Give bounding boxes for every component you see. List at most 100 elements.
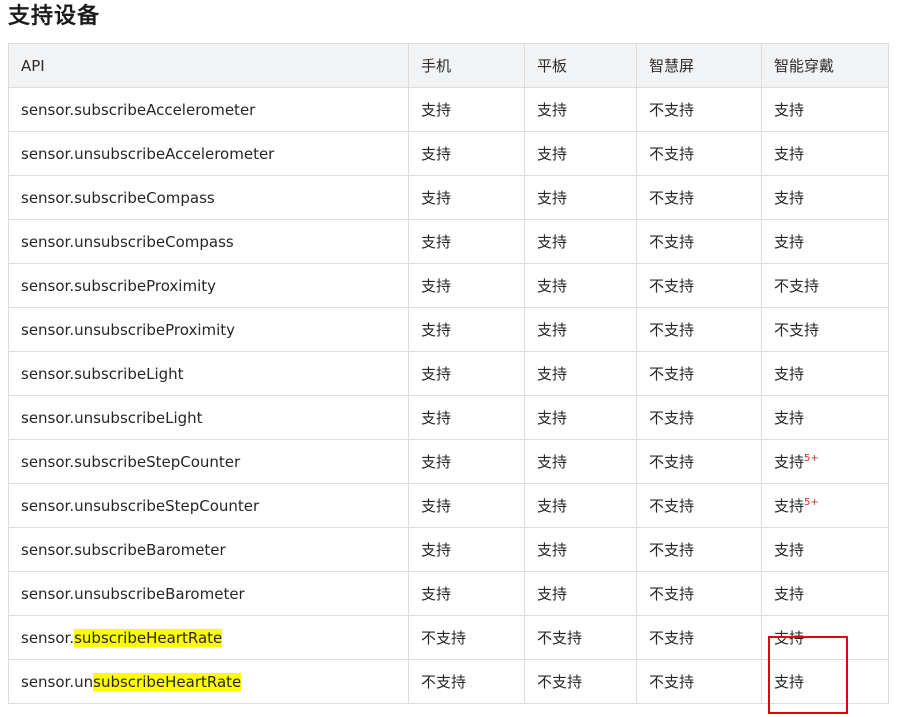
phone-support-cell: 支持	[408, 527, 525, 572]
api-name: sensor.unsubscribeCompass	[21, 232, 234, 251]
api-name: sensor.subscribeStepCounter	[21, 452, 241, 471]
tablet-support-cell: 支持	[524, 483, 637, 528]
tablet-support-cell: 支持	[524, 351, 637, 396]
page: 支持设备 API 手机 平板 智慧屏 智能穿戴 sensor.subscribe…	[0, 0, 897, 717]
page-title: 支持设备	[8, 4, 101, 29]
phone-support-cell: 不支持	[408, 659, 525, 704]
tablet-support-cell: 支持	[524, 175, 637, 220]
wearable-support-cell: 支持	[761, 175, 889, 220]
header-wearable: 智能穿戴	[761, 43, 889, 88]
phone-support-cell: 支持	[408, 395, 525, 440]
smart-screen-support-cell: 不支持	[636, 351, 762, 396]
wearable-support-text: 支持	[774, 145, 805, 163]
phone-support-cell: 支持	[408, 87, 525, 132]
phone-support-cell: 支持	[408, 439, 525, 484]
wearable-support-cell: 支持5+	[761, 439, 889, 484]
phone-support-cell: 不支持	[408, 615, 525, 660]
smart-screen-support-cell: 不支持	[636, 483, 762, 528]
table-row: sensor.unsubscribeAccelerometer 支持 支持 不支持 支持	[8, 131, 889, 176]
api-name: sensor.unsubscribeStepCounter	[21, 496, 260, 515]
tablet-support-cell: 支持	[524, 439, 637, 484]
header-api: API	[8, 43, 409, 88]
phone-support-cell: 支持	[408, 131, 525, 176]
version-superscript: 5+	[804, 453, 819, 464]
table-row: sensor.subscribeStepCounter 支持 支持 不支持 支持5+	[8, 439, 889, 484]
wearable-support-text: 支持	[774, 409, 805, 427]
api-name: sensor.subscribeAccelerometer	[21, 100, 256, 119]
wearable-support-text: 支持	[774, 585, 805, 603]
wearable-support-text: 不支持	[774, 321, 820, 339]
header-phone: 手机	[408, 43, 525, 88]
wearable-support-text: 支持	[774, 497, 805, 515]
smart-screen-support-cell: 不支持	[636, 571, 762, 616]
api-name: sensor.	[21, 628, 75, 647]
table-row: sensor.subscribeBarometer 支持 支持 不支持 支持	[8, 527, 889, 572]
header-tablet: 平板	[524, 43, 637, 88]
table-row: sensor.unsubscribeLight 支持 支持 不支持 支持	[8, 395, 889, 440]
phone-support-cell: 支持	[408, 351, 525, 396]
tablet-support-cell: 支持	[524, 263, 637, 308]
api-cell: sensor.subscribeLight	[8, 351, 409, 396]
tablet-support-cell: 支持	[524, 307, 637, 352]
table-row: sensor.unsubscribeBarometer 支持 支持 不支持 支持	[8, 571, 889, 616]
tablet-support-cell: 不支持	[524, 659, 637, 704]
wearable-support-cell: 支持	[761, 395, 889, 440]
api-cell: sensor.subscribeHeartRate	[8, 615, 409, 660]
wearable-support-text: 支持	[774, 233, 805, 251]
wearable-support-cell: 支持	[761, 351, 889, 396]
tablet-support-cell: 支持	[524, 131, 637, 176]
tablet-support-cell: 支持	[524, 527, 637, 572]
table-row: sensor.subscribeCompass 支持 支持 不支持 支持	[8, 175, 889, 220]
wearable-support-text: 支持	[774, 101, 805, 119]
table-row: sensor.subscribeLight 支持 支持 不支持 支持	[8, 351, 889, 396]
wearable-support-cell: 支持	[761, 571, 889, 616]
tablet-support-cell: 支持	[524, 395, 637, 440]
api-name: sensor.un	[21, 672, 94, 691]
phone-support-cell: 支持	[408, 483, 525, 528]
wearable-support-text: 支持	[774, 189, 805, 207]
api-cell: sensor.subscribeProximity	[8, 263, 409, 308]
table-row: sensor.unsubscribeCompass 支持 支持 不支持 支持	[8, 219, 889, 264]
api-name-highlight: subscribeHeartRate	[93, 672, 242, 691]
phone-support-cell: 支持	[408, 175, 525, 220]
wearable-support-text: 支持	[774, 365, 805, 383]
api-name-highlight: subscribeHeartRate	[74, 628, 223, 647]
wearable-support-text: 支持	[774, 453, 805, 471]
header-smart-screen: 智慧屏	[636, 43, 762, 88]
wearable-support-cell: 支持	[761, 131, 889, 176]
wearable-support-text: 支持	[774, 541, 805, 559]
api-cell: sensor.subscribeAccelerometer	[8, 87, 409, 132]
smart-screen-support-cell: 不支持	[636, 527, 762, 572]
phone-support-cell: 支持	[408, 219, 525, 264]
api-name: sensor.subscribeProximity	[21, 276, 217, 295]
smart-screen-support-cell: 不支持	[636, 659, 762, 704]
api-name: sensor.subscribeBarometer	[21, 540, 226, 559]
wearable-support-cell: 支持5+	[761, 483, 889, 528]
wearable-support-cell: 支持	[761, 615, 889, 660]
api-cell: sensor.unsubscribeProximity	[8, 307, 409, 352]
smart-screen-support-cell: 不支持	[636, 87, 762, 132]
api-name: sensor.unsubscribeBarometer	[21, 584, 245, 603]
table-header-row: API 手机 平板 智慧屏 智能穿戴	[8, 43, 889, 88]
smart-screen-support-cell: 不支持	[636, 219, 762, 264]
smart-screen-support-cell: 不支持	[636, 439, 762, 484]
phone-support-cell: 支持	[408, 307, 525, 352]
smart-screen-support-cell: 不支持	[636, 307, 762, 352]
api-name: sensor.subscribeCompass	[21, 188, 215, 207]
api-cell: sensor.subscribeStepCounter	[8, 439, 409, 484]
table-row: sensor.unsubscribeProximity 支持 支持 不支持 不支持	[8, 307, 889, 352]
tablet-support-cell: 支持	[524, 87, 637, 132]
api-cell: sensor.unsubscribeBarometer	[8, 571, 409, 616]
wearable-support-text: 不支持	[774, 277, 820, 295]
wearable-support-cell: 支持	[761, 87, 889, 132]
wearable-support-text: 支持	[774, 673, 805, 691]
api-cell: sensor.unsubscribeAccelerometer	[8, 131, 409, 176]
table-row: sensor.unsubscribeStepCounter 支持 支持 不支持 支持5+	[8, 483, 889, 528]
smart-screen-support-cell: 不支持	[636, 175, 762, 220]
wearable-support-cell: 支持	[761, 219, 889, 264]
wearable-support-cell: 不支持	[761, 307, 889, 352]
api-cell: sensor.unsubscribeHeartRate	[8, 659, 409, 704]
smart-screen-support-cell: 不支持	[636, 263, 762, 308]
tablet-support-cell: 支持	[524, 219, 637, 264]
table-row: sensor.unsubscribeHeartRate 不支持 不支持 不支持 支持	[8, 659, 889, 704]
